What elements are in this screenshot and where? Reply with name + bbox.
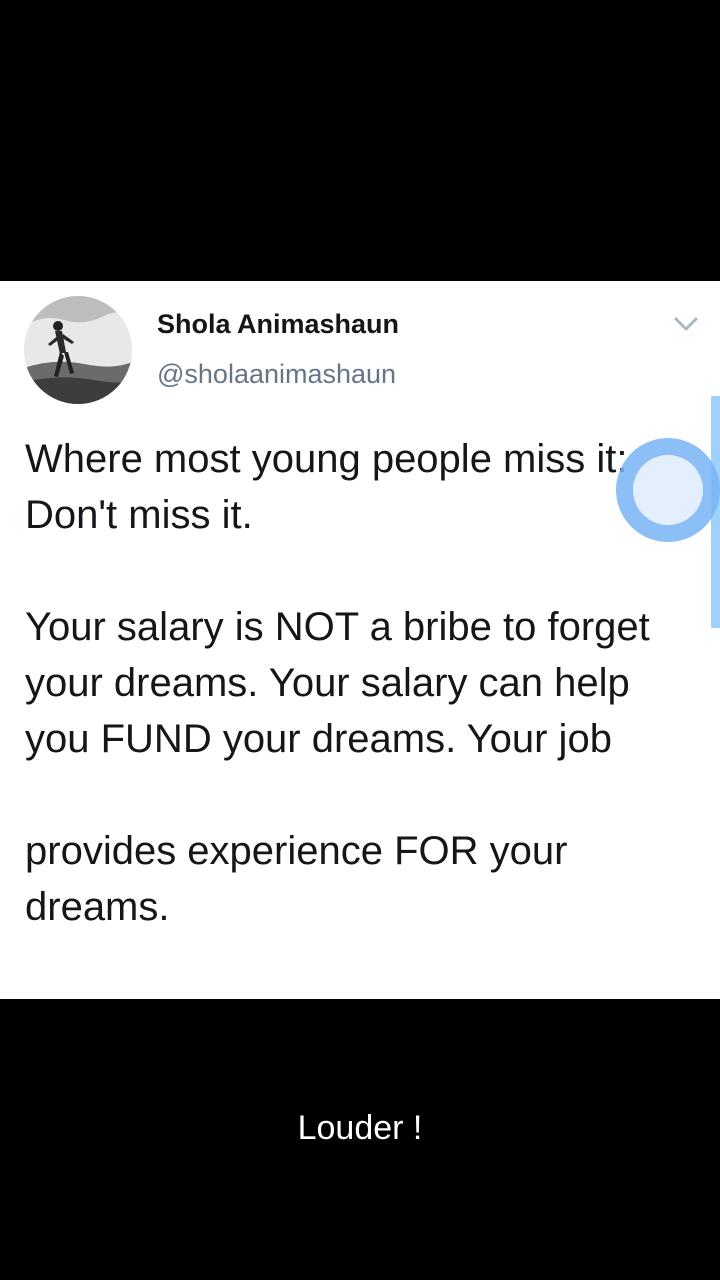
author-display-name[interactable]: Shola Animashaun <box>157 309 399 340</box>
touch-indicator <box>616 438 720 542</box>
author-handle[interactable]: @sholaanimashaun <box>157 359 396 390</box>
tweet-body-text: Where most young people miss it: Don't m… <box>25 437 650 929</box>
bottom-black-band: Louder ! <box>0 999 720 1280</box>
author-avatar[interactable] <box>24 296 132 404</box>
caption-text: Louder ! <box>297 1109 423 1147</box>
tweet-screenshot: Shola Animashaun @sholaanimashaun Where … <box>0 281 720 999</box>
avatar-photo-icon <box>24 296 132 404</box>
top-black-band <box>0 0 720 281</box>
chevron-down-icon[interactable] <box>672 313 700 335</box>
